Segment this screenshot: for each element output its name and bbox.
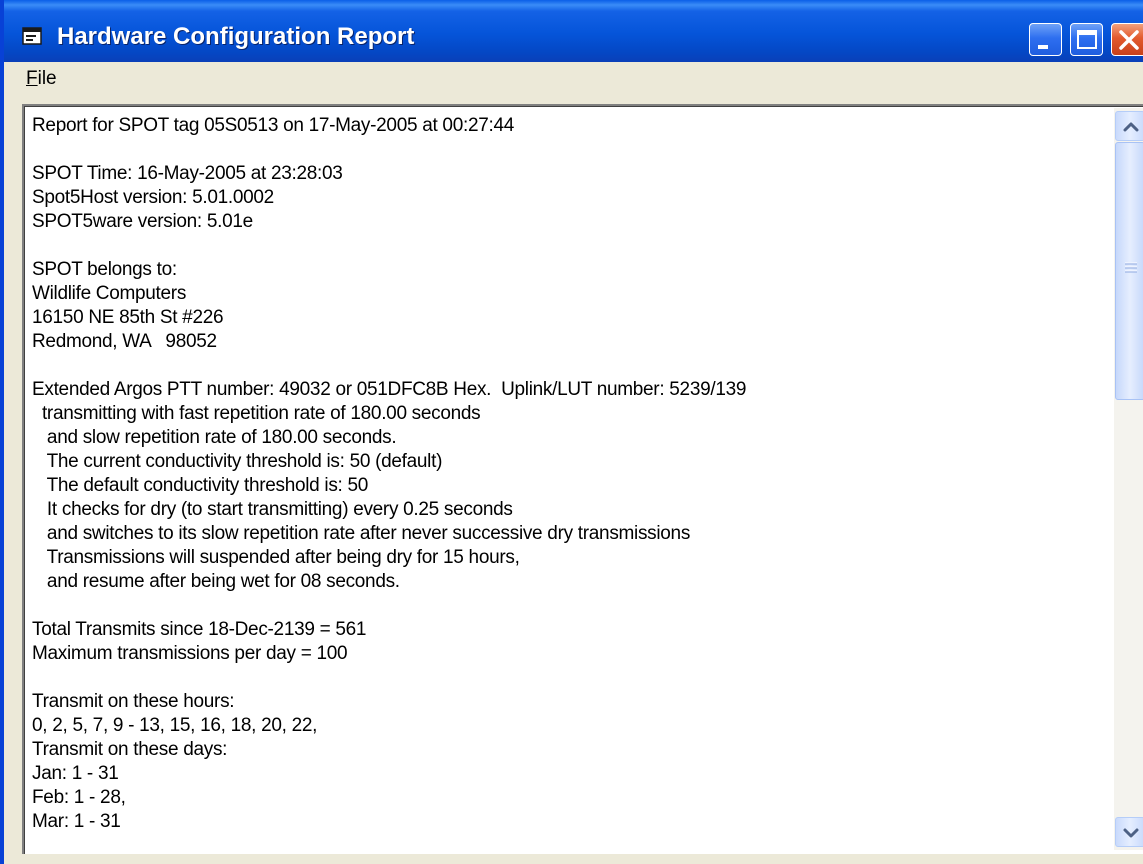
report-line: Total Transmits since 18-Dec-2139 = 561 bbox=[32, 619, 367, 640]
report-line: transmitting with fast repetition rate o… bbox=[32, 403, 481, 424]
window-title: Hardware Configuration Report bbox=[57, 23, 415, 50]
maximize-button[interactable] bbox=[1070, 23, 1103, 56]
minimize-icon bbox=[1038, 45, 1048, 49]
report-line: Transmit on these days: bbox=[32, 739, 228, 760]
report-line: Transmit on these hours: bbox=[32, 691, 235, 712]
app-window-icon[interactable] bbox=[22, 27, 42, 45]
scroll-thumb[interactable] bbox=[1115, 142, 1143, 400]
report-line bbox=[32, 138, 1112, 162]
report-line: Report for SPOT tag 05S0513 on 17-May-20… bbox=[32, 115, 514, 136]
close-button[interactable] bbox=[1111, 23, 1143, 56]
menu-file-mnemonic: F bbox=[26, 68, 38, 89]
report-line: The current conductivity threshold is: 5… bbox=[32, 451, 443, 472]
report-text[interactable]: Report for SPOT tag 05S0513 on 17-May-20… bbox=[32, 114, 1112, 834]
menu-bar: File bbox=[4, 62, 1143, 96]
scroll-up-button[interactable] bbox=[1115, 111, 1143, 141]
chevron-up-icon bbox=[1123, 122, 1139, 132]
title-bar[interactable]: Hardware Configuration Report bbox=[4, 0, 1143, 62]
menu-file-label: ile bbox=[37, 68, 57, 89]
report-line: SPOT belongs to: bbox=[32, 259, 177, 280]
vertical-scrollbar[interactable] bbox=[1114, 108, 1143, 850]
report-line: Redmond, WA 98052 bbox=[32, 331, 217, 352]
report-line: Transmissions will suspended after being… bbox=[32, 547, 520, 568]
report-line: Wildlife Computers bbox=[32, 283, 187, 304]
report-line bbox=[32, 666, 1112, 690]
report-line: Mar: 1 - 31 bbox=[32, 811, 121, 832]
report-line: and resume after being wet for 08 second… bbox=[32, 571, 400, 592]
report-textbox[interactable]: Report for SPOT tag 05S0513 on 17-May-20… bbox=[22, 104, 1143, 854]
report-line: It checks for dry (to start transmitting… bbox=[32, 499, 513, 520]
grip-icon bbox=[1125, 262, 1137, 273]
report-line: and switches to its slow repetition rate… bbox=[32, 523, 691, 544]
report-line bbox=[32, 234, 1112, 258]
report-window: Hardware Configuration Report File Repor… bbox=[0, 0, 1143, 864]
report-line bbox=[32, 594, 1112, 618]
maximize-icon bbox=[1077, 30, 1097, 49]
chevron-down-icon bbox=[1123, 828, 1139, 838]
report-line: 0, 2, 5, 7, 9 - 13, 15, 16, 18, 20, 22, bbox=[32, 715, 318, 736]
report-line bbox=[32, 354, 1112, 378]
report-line: SPOT5ware version: 5.01e bbox=[32, 211, 253, 232]
menu-file[interactable]: File bbox=[26, 68, 57, 90]
scroll-down-button[interactable] bbox=[1115, 817, 1143, 847]
report-line: Spot5Host version: 5.01.0002 bbox=[32, 187, 274, 208]
report-line: and slow repetition rate of 180.00 secon… bbox=[32, 427, 397, 448]
report-line: Extended Argos PTT number: 49032 or 051D… bbox=[32, 379, 747, 400]
close-icon bbox=[1119, 30, 1139, 50]
report-line: 16150 NE 85th St #226 bbox=[32, 307, 224, 328]
report-line: Feb: 1 - 28, bbox=[32, 787, 126, 808]
minimize-button[interactable] bbox=[1029, 23, 1062, 56]
report-line: SPOT Time: 16-May-2005 at 23:28:03 bbox=[32, 163, 343, 184]
report-line: The default conductivity threshold is: 5… bbox=[32, 475, 369, 496]
report-line: Jan: 1 - 31 bbox=[32, 763, 119, 784]
report-line: Maximum transmissions per day = 100 bbox=[32, 643, 348, 664]
